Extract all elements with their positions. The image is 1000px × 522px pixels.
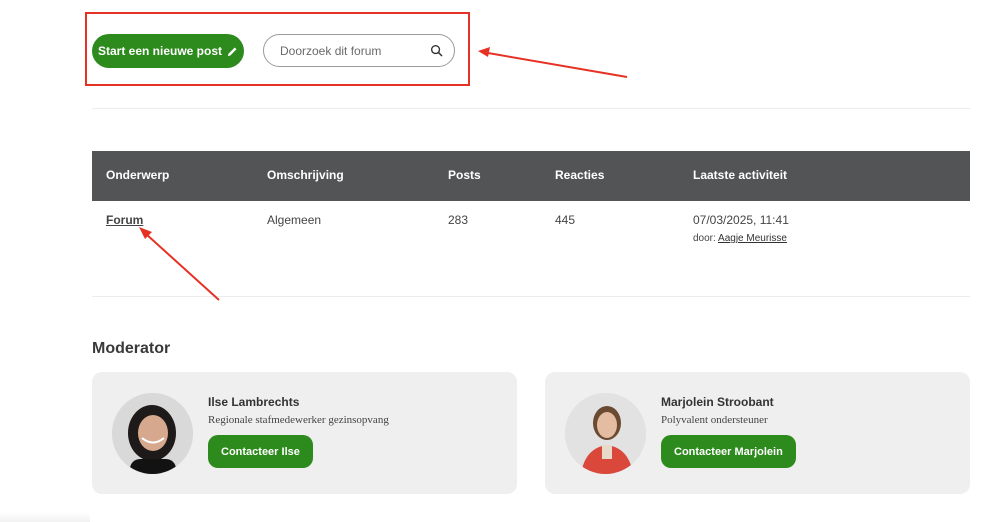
divider [92, 296, 970, 297]
moderator-heading: Moderator [92, 340, 171, 357]
author-link[interactable]: Aagje Meurisse [718, 233, 787, 244]
moderator-name: Ilse Lambrechts [208, 395, 300, 409]
forum-table: Onderwerp Omschrijving Posts Reacties La… [92, 151, 970, 261]
header-posts: Posts [448, 168, 481, 182]
by-label: door: [693, 233, 716, 244]
annotation-highlight-box [85, 12, 470, 86]
header-description: Omschrijving [267, 168, 344, 182]
moderator-photo [565, 393, 646, 474]
contact-marjolein-button[interactable]: Contacteer Marjolein [661, 435, 796, 468]
moderator-role: Polyvalent ondersteuner [661, 414, 768, 426]
table-row: Forum Algemeen 283 445 07/03/2025, 11:41… [92, 201, 970, 261]
row-last-activity-date: 07/03/2025, 11:41 [693, 213, 789, 227]
moderator-card: Ilse Lambrechts Regionale stafmedewerker… [92, 372, 517, 494]
row-description: Algemeen [267, 213, 322, 227]
forum-topic-link[interactable]: Forum [106, 213, 143, 227]
contact-ilse-button[interactable]: Contacteer Ilse [208, 435, 313, 468]
row-replies-count: 445 [555, 213, 576, 227]
row-posts-count: 283 [448, 213, 469, 227]
header-replies: Reacties [555, 168, 605, 182]
moderator-role: Regionale stafmedewerker gezinsopvang [208, 414, 389, 426]
header-topic: Onderwerp [106, 168, 170, 182]
bottom-shadow [0, 512, 90, 522]
avatar [565, 393, 646, 474]
moderator-card: Marjolein Stroobant Polyvalent ondersteu… [545, 372, 970, 494]
divider [92, 108, 970, 109]
moderator-photo [112, 393, 193, 474]
avatar [112, 393, 193, 474]
header-last-activity: Laatste activiteit [693, 168, 788, 182]
table-header: Onderwerp Omschrijving Posts Reacties La… [92, 151, 970, 201]
last-activity-author: door: Aagje Meurisse [693, 233, 787, 244]
moderator-name: Marjolein Stroobant [661, 395, 774, 409]
